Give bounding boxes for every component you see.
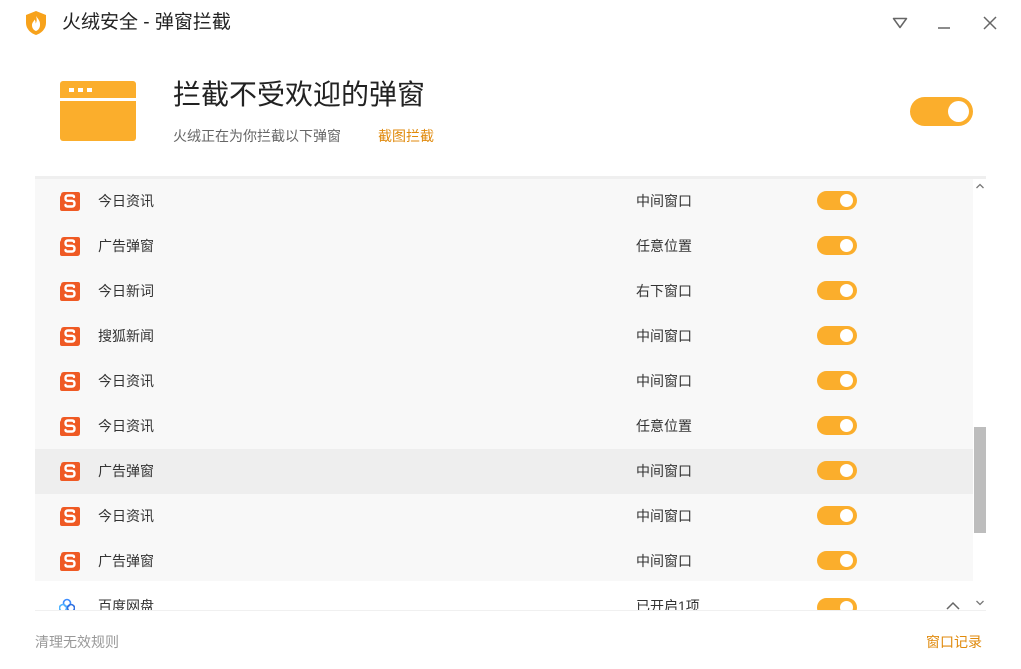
sogou-icon — [60, 507, 80, 526]
rule-position: 右下窗口 — [636, 283, 692, 299]
rule-toggle-knob — [840, 239, 853, 252]
rule-position: 中间窗口 — [636, 463, 692, 479]
triangle-down-icon — [892, 17, 908, 29]
scrollbar-thumb[interactable] — [974, 427, 986, 533]
group-name: 百度网盘 — [98, 598, 154, 610]
rule-toggle[interactable] — [817, 461, 857, 480]
rule-row[interactable]: 今日资讯 任意位置 — [35, 404, 973, 449]
rule-name: 今日资讯 — [98, 508, 154, 524]
footer-divider — [35, 610, 986, 611]
rule-name: 广告弹窗 — [98, 238, 154, 254]
rule-toggle-knob — [840, 194, 853, 207]
rule-position: 中间窗口 — [636, 553, 692, 569]
group-toggle[interactable] — [817, 598, 857, 610]
rule-row[interactable]: 今日资讯 中间窗口 — [35, 494, 973, 539]
rule-row[interactable]: 搜狐新闻 中间窗口 — [35, 314, 973, 359]
sogou-icon — [60, 552, 80, 571]
rule-name: 今日新词 — [98, 283, 154, 299]
rule-row[interactable]: 广告弹窗 任意位置 — [35, 224, 973, 269]
rule-position: 中间窗口 — [636, 373, 692, 389]
group-toggle-knob — [840, 601, 853, 610]
menu-dropdown-button[interactable] — [889, 12, 911, 34]
popup-window-icon — [60, 81, 136, 141]
master-toggle-knob — [948, 101, 969, 122]
scroll-up-arrow-icon[interactable] — [974, 180, 986, 192]
sogou-icon — [60, 192, 80, 211]
rule-toggle[interactable] — [817, 191, 857, 210]
sogou-icon — [60, 327, 80, 346]
rule-name: 今日资讯 — [98, 373, 154, 389]
rule-toggle[interactable] — [817, 506, 857, 525]
window-title: 火绒安全 - 弹窗拦截 — [62, 12, 231, 33]
rule-list: 今日资讯 中间窗口 广告弹窗 任意位置 今日新词 右下窗口 搜狐新闻 中间窗口 今日资讯 中间窗口… — [35, 179, 973, 581]
rule-row[interactable]: 广告弹窗 中间窗口 — [35, 449, 973, 494]
baidu-netdisk-icon — [59, 598, 75, 610]
minimize-icon — [938, 27, 950, 29]
rule-toggle[interactable] — [817, 551, 857, 570]
rule-row[interactable]: 今日资讯 中间窗口 — [35, 359, 973, 404]
rule-toggle[interactable] — [817, 236, 857, 255]
rule-position: 中间窗口 — [636, 328, 692, 344]
close-button[interactable] — [979, 12, 1001, 34]
rule-toggle[interactable] — [817, 326, 857, 345]
page-title: 拦截不受欢迎的弹窗 — [173, 79, 426, 110]
window-log-link[interactable]: 窗口记录 — [926, 633, 982, 651]
sogou-icon — [60, 237, 80, 256]
page-description: 火绒正在为你拦截以下弹窗 — [173, 128, 341, 144]
rule-toggle[interactable] — [817, 416, 857, 435]
master-toggle[interactable] — [910, 97, 973, 126]
rule-position: 任意位置 — [636, 418, 692, 434]
rule-row[interactable]: 今日资讯 中间窗口 — [35, 179, 973, 224]
title-bar: 火绒安全 - 弹窗拦截 — [0, 0, 1021, 46]
rule-position: 中间窗口 — [636, 508, 692, 524]
huorong-logo-icon — [26, 11, 46, 35]
rule-toggle-knob — [840, 284, 853, 297]
sogou-icon — [60, 282, 80, 301]
rule-toggle-knob — [840, 374, 853, 387]
rule-toggle-knob — [840, 419, 853, 432]
rule-toggle-knob — [840, 329, 853, 342]
rule-position: 中间窗口 — [636, 193, 692, 209]
group-status: 已开启1项 — [636, 598, 700, 610]
rule-name: 搜狐新闻 — [98, 328, 154, 344]
rule-name: 今日资讯 — [98, 193, 154, 209]
rule-name: 今日资讯 — [98, 418, 154, 434]
group-row-baidu-netdisk[interactable]: 百度网盘 已开启1项 — [35, 584, 986, 610]
rule-row[interactable]: 今日新词 右下窗口 — [35, 269, 973, 314]
rule-toggle[interactable] — [817, 281, 857, 300]
rule-name: 广告弹窗 — [98, 553, 154, 569]
sogou-icon — [60, 462, 80, 481]
rule-position: 任意位置 — [636, 238, 692, 254]
rule-row[interactable]: 广告弹窗 中间窗口 — [35, 539, 973, 581]
rule-toggle-knob — [840, 509, 853, 522]
close-icon — [983, 16, 997, 30]
sogou-icon — [60, 372, 80, 391]
rule-toggle-knob — [840, 554, 853, 567]
sogou-icon — [60, 417, 80, 436]
rule-toggle[interactable] — [817, 371, 857, 390]
clean-invalid-rules-link[interactable]: 清理无效规则 — [35, 633, 119, 651]
rule-name: 广告弹窗 — [98, 463, 154, 479]
screenshot-block-link[interactable]: 截图拦截 — [378, 127, 434, 145]
minimize-button[interactable] — [933, 12, 955, 34]
rule-toggle-knob — [840, 464, 853, 477]
